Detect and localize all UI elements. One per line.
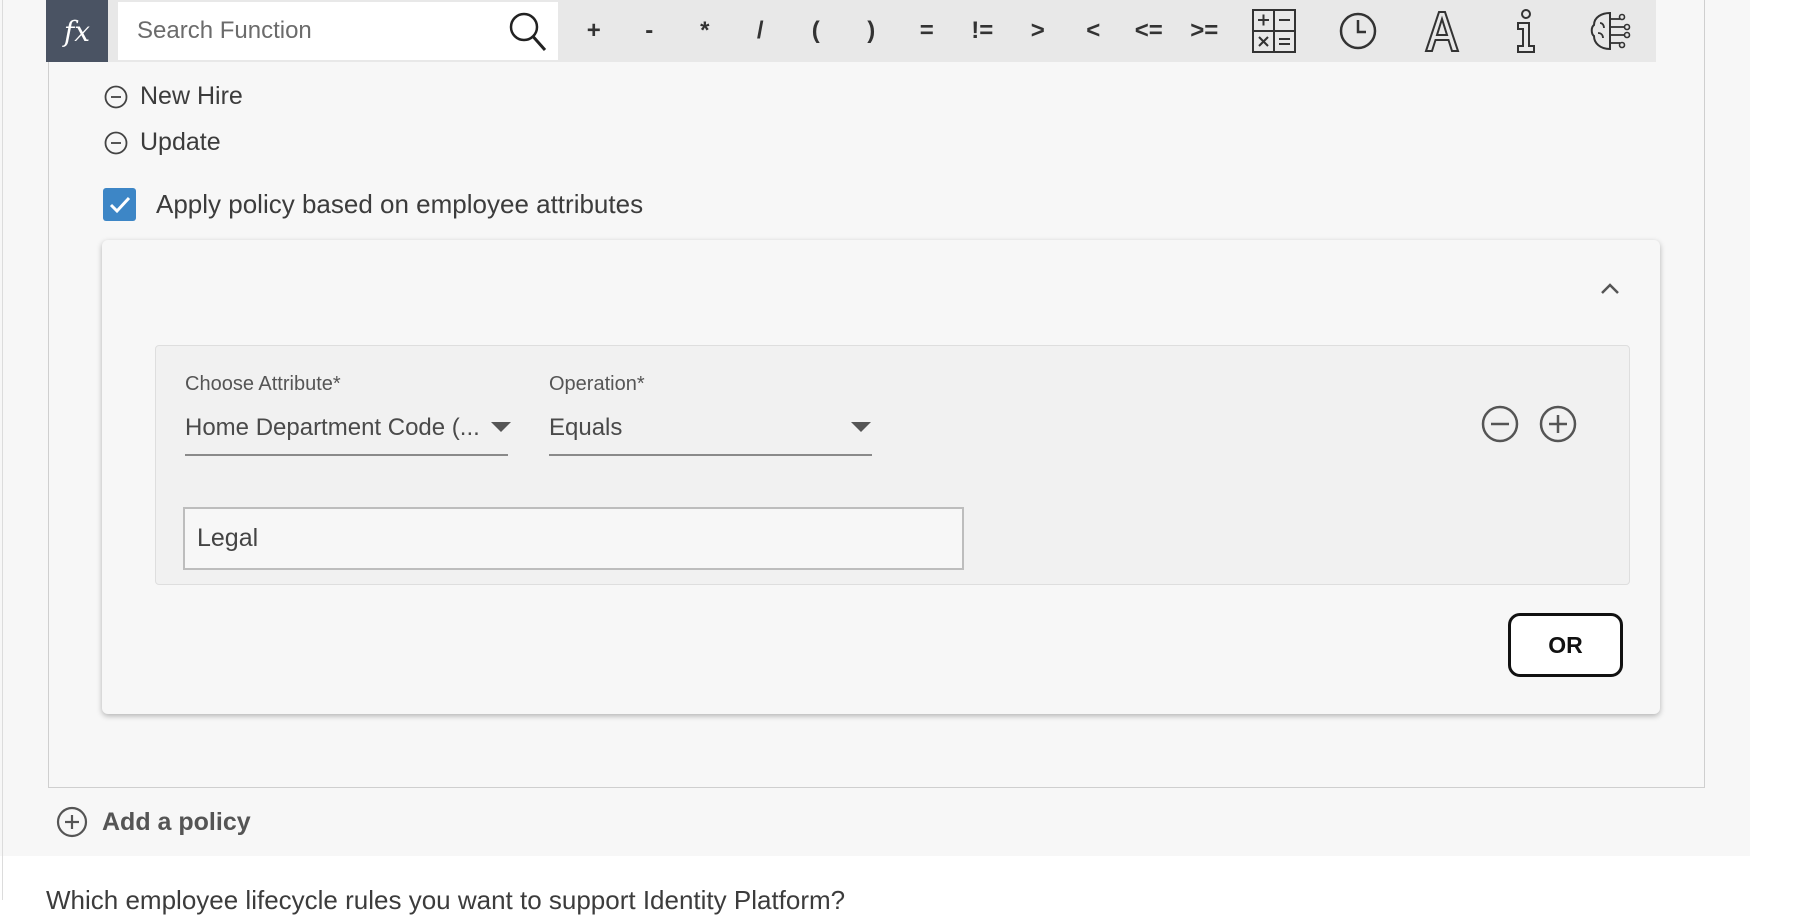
choose-attribute-label: Choose Attribute* — [185, 373, 341, 395]
condition-value-input[interactable] — [183, 507, 964, 570]
operator-greater-equal[interactable]: >= — [1177, 17, 1233, 45]
operator-not-equals[interactable]: != — [955, 17, 1011, 45]
info-icon[interactable] — [1484, 8, 1568, 54]
apply-attributes-label: Apply policy based on employee attribute… — [156, 189, 644, 219]
field-underline — [185, 454, 508, 456]
event-row-update[interactable]: Update — [104, 128, 221, 157]
choose-attribute-select[interactable]: Choose Attribute* Home Department Code (… — [185, 373, 511, 456]
add-policy-label: Add a policy — [102, 807, 251, 836]
choose-attribute-value: Home Department Code (... — [185, 414, 480, 441]
or-button[interactable]: OR — [1508, 613, 1623, 677]
ai-brain-icon[interactable] — [1568, 9, 1652, 53]
next-question-text: Which employee lifecycle rules you want … — [46, 885, 846, 915]
minus-circle-icon[interactable] — [104, 85, 128, 109]
event-row-new-hire[interactable]: New Hire — [104, 82, 243, 111]
operator-multiply[interactable]: * — [677, 17, 733, 45]
search-function-box[interactable] — [118, 2, 558, 60]
search-icon[interactable] — [508, 11, 548, 53]
clock-icon[interactable] — [1316, 11, 1400, 51]
apply-attributes-row[interactable]: Apply policy based on employee attribute… — [103, 188, 643, 221]
dropdown-arrow-icon — [491, 422, 511, 432]
remove-condition-icon[interactable] — [1480, 404, 1520, 444]
operator-open-paren[interactable]: ( — [788, 17, 844, 45]
function-toolbar: fx + - * / ( ) = != > < <= >= — [46, 0, 1656, 62]
dropdown-arrow-icon — [851, 422, 871, 432]
chevron-up-icon[interactable] — [1586, 270, 1634, 306]
add-condition-icon[interactable] — [1538, 404, 1578, 444]
event-label: New Hire — [140, 82, 243, 110]
operator-divide[interactable]: / — [733, 17, 789, 45]
operator-less-equal[interactable]: <= — [1121, 17, 1177, 45]
minus-circle-icon[interactable] — [104, 131, 128, 155]
operator-less[interactable]: < — [1066, 17, 1122, 45]
operator-greater[interactable]: > — [1010, 17, 1066, 45]
fx-button[interactable]: fx — [46, 0, 108, 62]
plus-circle-icon[interactable] — [56, 806, 88, 838]
calculator-icon[interactable] — [1232, 8, 1316, 54]
text-format-icon[interactable] — [1400, 9, 1484, 53]
field-underline — [549, 454, 872, 456]
operation-value: Equals — [549, 414, 623, 441]
apply-attributes-checkbox[interactable] — [103, 188, 136, 221]
operator-close-paren[interactable]: ) — [844, 17, 900, 45]
operator-minus[interactable]: - — [622, 17, 678, 45]
checkmark-icon — [109, 196, 130, 213]
operator-list: + - * / ( ) = != > < <= >= — [566, 17, 1232, 45]
operator-plus[interactable]: + — [566, 17, 622, 45]
event-label: Update — [140, 128, 221, 156]
operation-label: Operation* — [549, 373, 645, 395]
operator-equals[interactable]: = — [899, 17, 955, 45]
left-border — [2, 0, 3, 900]
search-function-input[interactable] — [135, 16, 499, 46]
add-policy-button[interactable]: Add a policy — [56, 806, 251, 838]
operation-select[interactable]: Operation* Equals — [549, 373, 872, 456]
